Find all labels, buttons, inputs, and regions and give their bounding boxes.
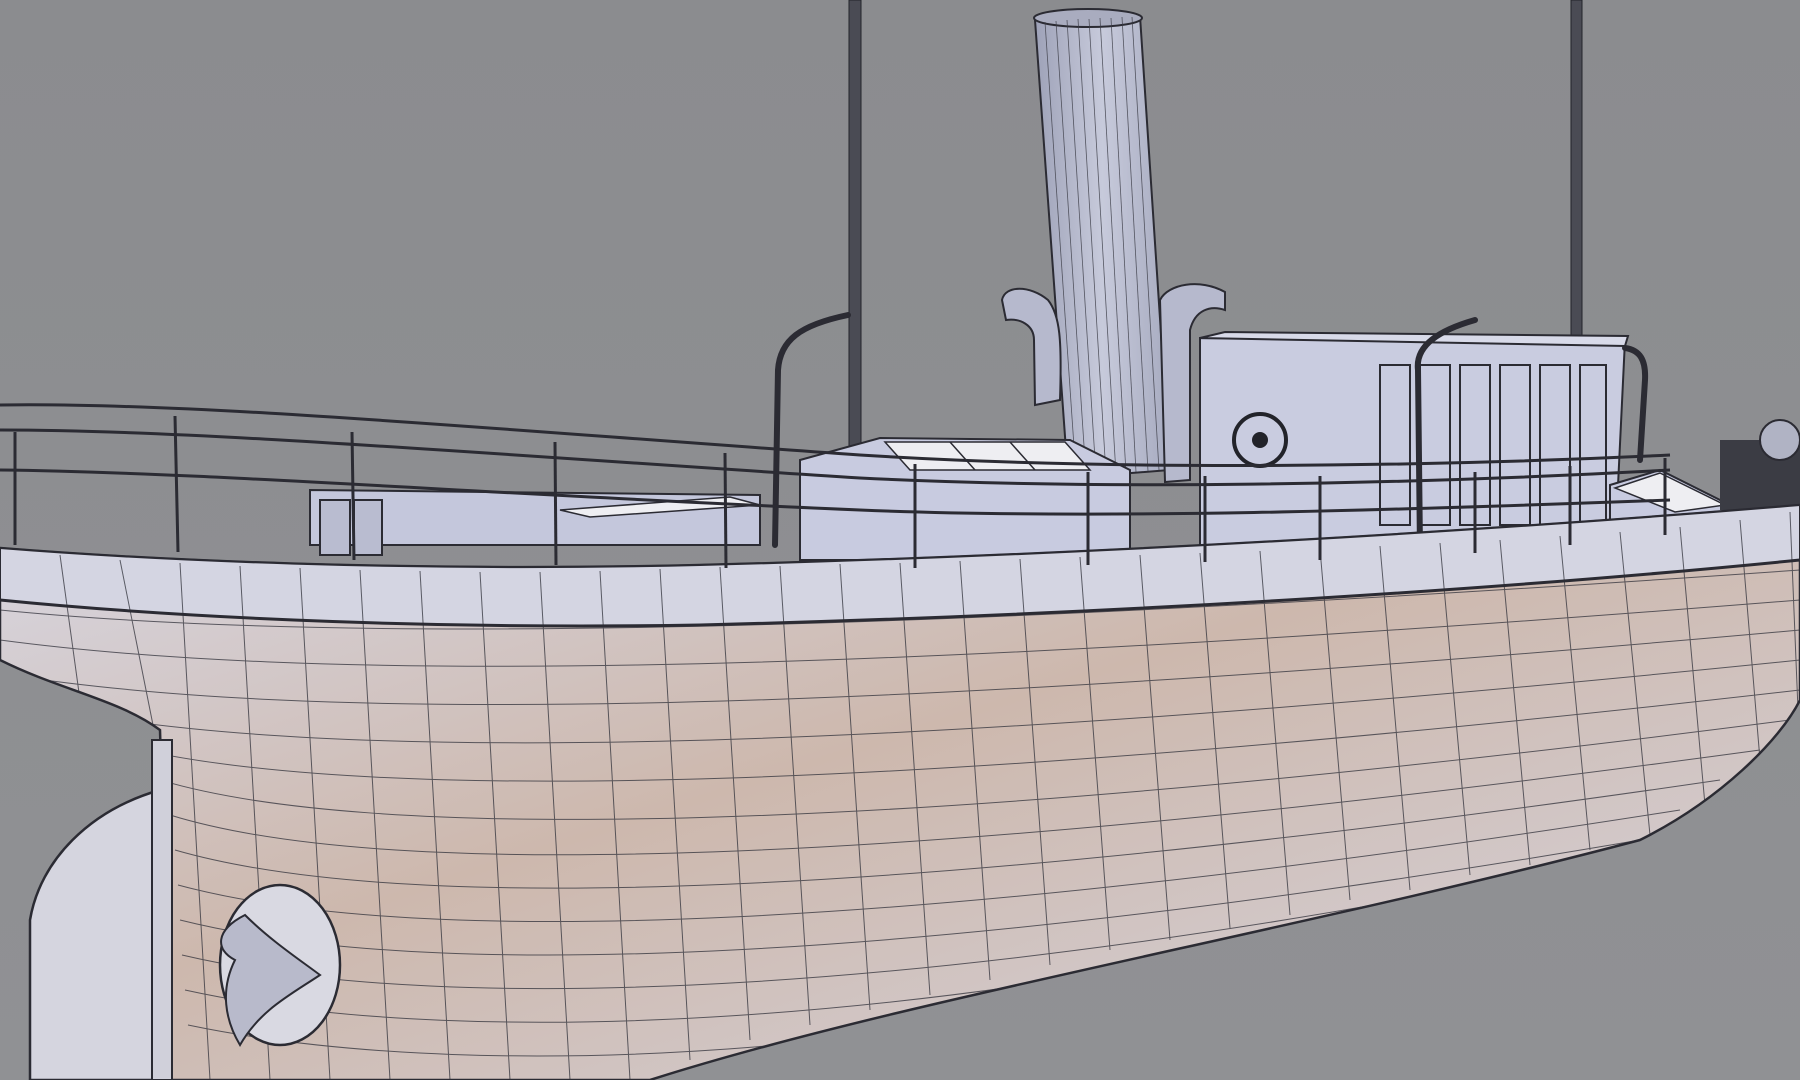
main-mast — [1570, 0, 1583, 346]
ship-render — [0, 0, 1800, 1080]
